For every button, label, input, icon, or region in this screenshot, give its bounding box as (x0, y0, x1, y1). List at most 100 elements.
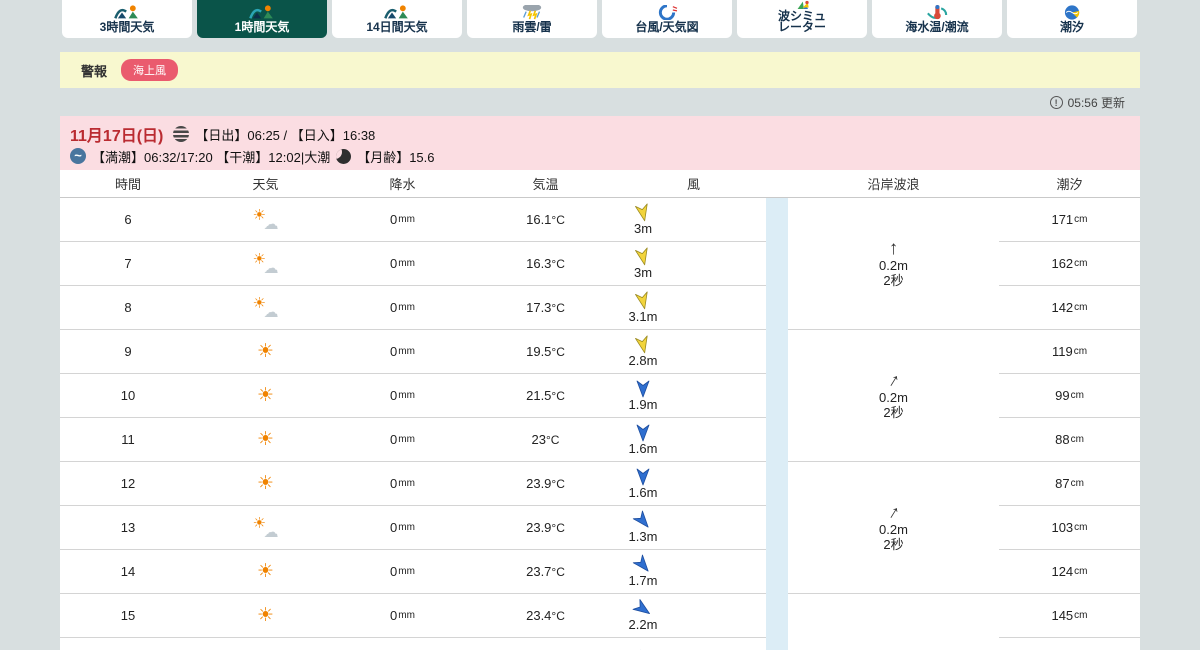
wave-period: 2秒 (883, 405, 903, 420)
sun-cloud-icon: ☀☁ (253, 252, 279, 276)
precip-value: 0mm (335, 506, 470, 549)
tab-1hour-weather[interactable]: 1時間天気 (197, 0, 327, 38)
tab-label: 14日間天気 (366, 22, 427, 33)
wind-direction-arrow (633, 290, 652, 311)
tide-value: 88cm (999, 418, 1140, 462)
col-header-weather: 天気 (196, 170, 335, 197)
col-header-temp: 気温 (470, 170, 621, 197)
wave-height: 0.2m (879, 522, 908, 537)
hour-value: 11 (60, 418, 196, 461)
wind-speed: 3m (634, 266, 652, 280)
hourly-forecast-table: 時間 天気 降水 気温 風 沿岸波浪 潮汐 6 ☀☁ 0mm 16.1°C 3m… (60, 170, 1140, 650)
wind-speed: 1.6m (629, 486, 658, 500)
sunny-icon: ☀ (257, 342, 274, 361)
warning-bar: 警報 海上風 (60, 52, 1140, 88)
tide-value: 87cm (999, 462, 1140, 506)
tide-ball-icon (1057, 5, 1087, 20)
wind-direction-arrow (633, 246, 652, 267)
hour-value: 15 (60, 594, 196, 637)
precip-value: 0mm (335, 550, 470, 593)
wave-height: 0.2m (879, 390, 908, 405)
wave-period: 2秒 (883, 273, 903, 288)
temp-value: 17.3°C (470, 286, 621, 329)
warning-badge-sea-wind[interactable]: 海上風 (121, 59, 178, 81)
temp-value: 23.4°C (470, 594, 621, 637)
wind-cell: 1.6m (621, 424, 665, 456)
tab-tide[interactable]: 潮汐 (1007, 0, 1137, 38)
sun-cloud-icon: ☀☁ (253, 516, 279, 540)
hour-value (60, 638, 196, 650)
tab-wave-simulator[interactable]: 波シミュ レーター (737, 0, 867, 38)
moon-phase-icon (336, 149, 351, 164)
tide-wave-icon: ~ (70, 148, 86, 164)
wind-cell: 3.1m (621, 292, 665, 324)
wind-cell: 1.7m (621, 556, 665, 588)
sunrise-sunset-times: 【日出】06:25 / 【日入】16:38 (195, 125, 375, 144)
landscape-icon (247, 5, 277, 20)
temp-value: 21.5°C (470, 374, 621, 417)
wave-simulator-icon (787, 0, 817, 9)
forecast-rows: 6 ☀☁ 0mm 16.1°C 3m 7 ☀☁ 0mm 16.3°C 3m 8 … (60, 198, 766, 650)
temp-value: 16.3°C (470, 242, 621, 285)
wind-speed: 3m (634, 222, 652, 236)
precip-value: 0mm (335, 594, 470, 637)
tide-value: 162cm (999, 242, 1140, 286)
wave-group: ↑ (788, 594, 999, 650)
wind-direction-arrow (635, 424, 651, 442)
wind-speed: 1.9m (629, 398, 658, 412)
temp-value: 16.1°C (470, 198, 621, 241)
wind-speed: 3.1m (629, 310, 658, 324)
wind-cell: 1.9m (621, 380, 665, 412)
table-row: 6 ☀☁ 0mm 16.1°C 3m (60, 198, 766, 242)
wave-direction-arrow: ↑ (889, 240, 899, 258)
tab-label: 3時間天気 (100, 22, 155, 33)
table-row: 8 ☀☁ 0mm 17.3°C 3.1m (60, 286, 766, 330)
wind-cell: 3m (621, 248, 665, 280)
temp-value: 23.9°C (470, 506, 621, 549)
tide-value: 124cm (999, 550, 1140, 594)
landscape-icon (382, 5, 412, 20)
wind-speed: 2.2m (629, 618, 658, 632)
table-row: 10 ☀ 0mm 21.5°C 1.9m (60, 374, 766, 418)
wave-group: ↑ 0.2m 2秒 (788, 462, 999, 594)
hour-value: 8 (60, 286, 196, 329)
tide-value: 171cm (999, 198, 1140, 242)
typhoon-icon (652, 5, 682, 20)
tab-label-line2: レーター (778, 22, 826, 33)
tab-label: 潮汐 (1060, 22, 1084, 33)
wave-group: ↑ 0.2m 2秒 (788, 198, 999, 330)
wind-direction-arrow (633, 202, 652, 223)
wind-cell: 2.8m (621, 336, 665, 368)
precip-value: 0mm (335, 242, 470, 285)
day-header: 11月17日(日) 【日出】06:25 / 【日入】16:38 ~ 【満潮】06… (60, 116, 1140, 170)
wind-cell: 3m (621, 204, 665, 236)
table-row (60, 638, 766, 650)
update-time: ! 05:56 更新 (1050, 94, 1125, 111)
wind-cell: 1.6m (621, 468, 665, 500)
tab-sea-temp-current[interactable]: 海水温/潮流 (872, 0, 1002, 38)
thermometer-icon (922, 5, 952, 20)
sunny-icon: ☀ (257, 474, 274, 493)
tab-radar-lightning[interactable]: 雨雲/雷 (467, 0, 597, 38)
col-header-precip: 降水 (335, 170, 470, 197)
wind-direction-arrow (635, 380, 651, 398)
sun-cloud-icon: ☀☁ (253, 208, 279, 232)
tab-3hour-weather[interactable]: 3時間天気 (62, 0, 192, 38)
table-header-row: 時間 天気 降水 気温 風 沿岸波浪 潮汐 (60, 170, 1140, 198)
tide-value: 103cm (999, 506, 1140, 550)
wind-speed: 1.6m (629, 442, 658, 456)
coastal-wave-column: ↑ 0.2m 2秒 ↑ 0.2m 2秒 ↑ 0.2m 2秒 ↑ (788, 198, 999, 650)
col-header-time: 時間 (60, 170, 196, 197)
wave-height: 0.2m (879, 258, 908, 273)
hour-value: 9 (60, 330, 196, 373)
tab-label: 海水温/潮流 (905, 22, 968, 33)
sunny-icon: ☀ (257, 606, 274, 625)
tab-14day-weather[interactable]: 14日間天気 (332, 0, 462, 38)
precip-value: 0mm (335, 418, 470, 461)
tide-value: 145cm (999, 594, 1140, 638)
col-header-wind: 風 (621, 170, 766, 197)
landscape-icon (112, 5, 142, 20)
temp-value: 19.5°C (470, 330, 621, 373)
tab-typhoon-weathermap[interactable]: 台風/天気図 (602, 0, 732, 38)
temp-value: 23.9°C (470, 462, 621, 505)
